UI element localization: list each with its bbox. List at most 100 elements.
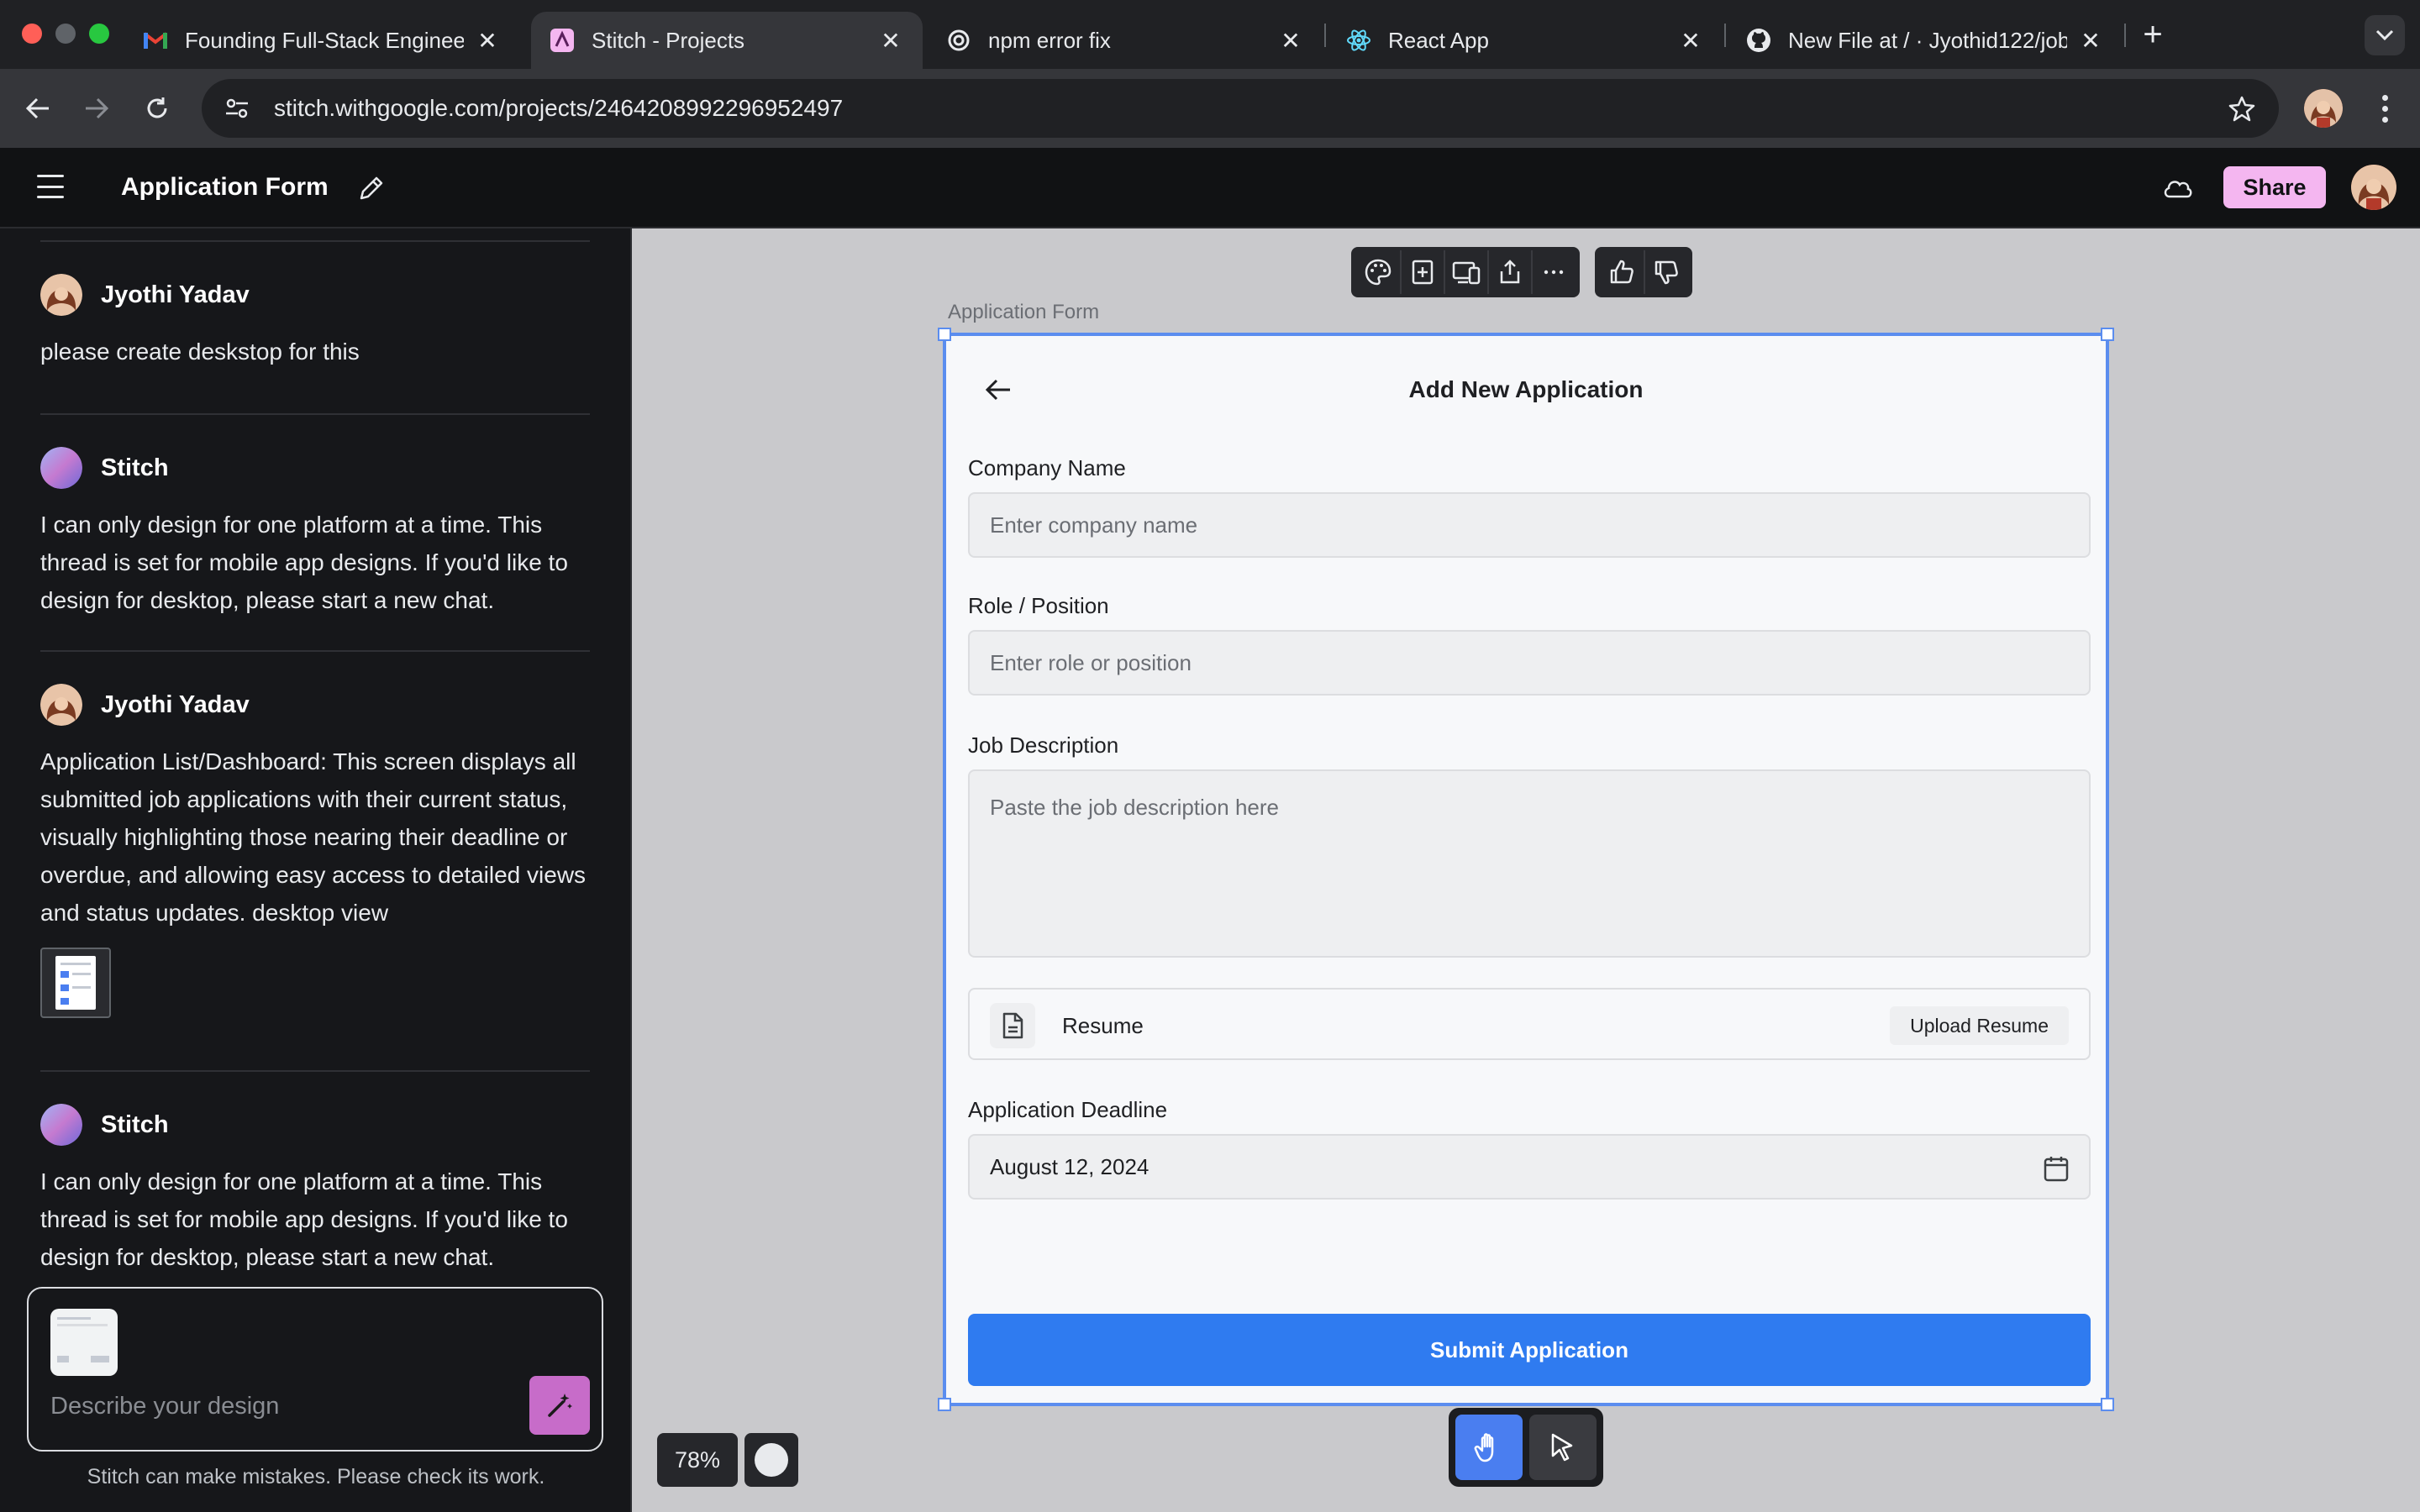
address-bar[interactable]: stitch.withgoogle.com/projects/246420899… xyxy=(202,79,2279,138)
hand-tool-button[interactable] xyxy=(1455,1415,1523,1480)
openai-icon xyxy=(946,28,971,53)
browser-tab-react-app[interactable]: React App ✕ xyxy=(1328,12,1723,69)
add-frame-icon[interactable] xyxy=(1400,250,1444,294)
window-minimize-button[interactable] xyxy=(55,24,76,44)
browser-tab-gmail[interactable]: Founding Full-Stack Engineer ✕ xyxy=(124,12,519,69)
reload-button[interactable] xyxy=(138,89,176,128)
arrow-right-icon xyxy=(86,97,109,119)
user-avatar[interactable] xyxy=(2351,165,2396,210)
prompt-composer[interactable]: Describe your design xyxy=(27,1287,603,1452)
message-author: Stitch xyxy=(101,1110,169,1138)
window-maximize-button[interactable] xyxy=(89,24,109,44)
company-name-input[interactable]: Enter company name xyxy=(968,492,2091,558)
zoom-level[interactable]: 78% xyxy=(657,1433,738,1487)
deadline-date-input[interactable]: August 12, 2024 xyxy=(968,1134,2091,1200)
generate-button[interactable] xyxy=(529,1376,590,1435)
message-divider xyxy=(40,1070,590,1072)
job-description-label: Job Description xyxy=(968,732,1119,758)
chevron-down-icon xyxy=(2375,29,2394,41)
gmail-icon xyxy=(143,28,168,53)
project-title: Application Form xyxy=(121,173,329,201)
stitch-avatar xyxy=(40,1104,82,1146)
more-options-icon[interactable] xyxy=(1531,250,1575,294)
message-text: Application List/Dashboard: This screen … xyxy=(40,748,587,926)
app-header: Application Form Share xyxy=(0,148,2420,228)
browser-tab-strip: Founding Full-Stack Engineer ✕ Stitch - … xyxy=(0,0,2420,69)
chat-message: Jyothi Yadav Application List/Dashboard:… xyxy=(40,684,590,932)
role-label: Role / Position xyxy=(968,593,1109,618)
upload-resume-button[interactable]: Upload Resume xyxy=(1890,1006,2069,1045)
browser-tab-stitch[interactable]: Stitch - Projects ✕ xyxy=(531,12,923,69)
form-title: Add New Application xyxy=(1408,376,1644,402)
deadline-value: August 12, 2024 xyxy=(990,1153,1150,1179)
stitch-icon xyxy=(550,28,575,53)
calendar-icon[interactable] xyxy=(2042,1154,2070,1183)
browser-tab-npm-error[interactable]: npm error fix ✕ xyxy=(928,12,1323,69)
export-icon[interactable] xyxy=(1487,250,1531,294)
menu-icon[interactable] xyxy=(37,175,64,198)
magic-wand-icon xyxy=(548,1394,572,1417)
select-tool-button[interactable] xyxy=(1529,1415,1597,1480)
canvas-mode-switcher xyxy=(1449,1408,1603,1487)
cursor-arrow-icon xyxy=(1551,1433,1573,1462)
frame-label: Application Form xyxy=(948,301,1100,323)
user-avatar xyxy=(40,684,82,726)
share-button[interactable]: Share xyxy=(2223,166,2326,208)
back-arrow-icon[interactable] xyxy=(981,373,1015,407)
submit-application-button[interactable]: Submit Application xyxy=(968,1314,2091,1386)
resize-handle[interactable] xyxy=(2101,1398,2114,1411)
chat-message: Jyothi Yadav please create deskstop for … xyxy=(40,274,590,370)
design-thumbnail[interactable] xyxy=(40,948,111,1018)
thumbs-up-icon[interactable] xyxy=(1600,250,1644,294)
back-button[interactable] xyxy=(18,89,57,128)
attached-image-thumbnail[interactable] xyxy=(50,1309,118,1376)
resize-handle[interactable] xyxy=(938,1398,951,1411)
close-tab-icon[interactable]: ✕ xyxy=(2077,27,2104,54)
job-description-textarea[interactable]: Paste the job description here xyxy=(968,769,2091,958)
bookmark-star-icon[interactable] xyxy=(2225,92,2259,125)
close-tab-icon[interactable]: ✕ xyxy=(1677,27,1704,54)
close-tab-icon[interactable]: ✕ xyxy=(1277,27,1304,54)
close-tab-icon[interactable]: ✕ xyxy=(474,27,501,54)
message-author: Jyothi Yadav xyxy=(101,690,250,718)
close-tab-icon[interactable]: ✕ xyxy=(877,27,904,54)
message-text: please create deskstop for this xyxy=(40,339,360,365)
selected-frame[interactable]: Add New Application Company Name Enter c… xyxy=(938,328,2114,1411)
chrome-menu-button[interactable] xyxy=(2368,89,2402,128)
site-info-icon[interactable] xyxy=(222,93,252,123)
resume-label: Resume xyxy=(1062,1013,1144,1038)
theme-toggle-button[interactable] xyxy=(744,1433,798,1487)
chat-message: Stitch I can only design for one platfor… xyxy=(40,447,590,619)
forward-button[interactable] xyxy=(77,89,116,128)
tab-separator xyxy=(2124,24,2126,47)
tab-separator xyxy=(1724,24,1726,47)
react-icon xyxy=(1346,28,1371,53)
resize-handle[interactable] xyxy=(2101,328,2114,341)
message-divider xyxy=(40,413,590,415)
reload-icon xyxy=(147,97,167,118)
new-tab-button[interactable]: + xyxy=(2136,18,2170,52)
devices-icon[interactable] xyxy=(1444,250,1487,294)
browser-toolbar: stitch.withgoogle.com/projects/246420899… xyxy=(0,69,2420,148)
message-divider xyxy=(40,240,590,242)
prompt-input[interactable]: Describe your design xyxy=(50,1393,279,1420)
window-close-button[interactable] xyxy=(22,24,42,44)
palette-icon[interactable] xyxy=(1356,250,1400,294)
message-divider xyxy=(40,650,590,652)
frame-toolbar xyxy=(1351,247,1692,297)
edit-pencil-icon[interactable] xyxy=(356,173,387,203)
browser-tab-github[interactable]: New File at / · Jyothid122/job- ✕ xyxy=(1728,12,2123,69)
user-avatar xyxy=(40,274,82,316)
resize-handle[interactable] xyxy=(938,328,951,341)
circle-icon xyxy=(755,1443,788,1477)
tab-search-button[interactable] xyxy=(2365,15,2405,55)
cloud-save-icon[interactable] xyxy=(2161,173,2195,203)
disclaimer-text: Stitch can make mistakes. Please check i… xyxy=(87,1465,545,1488)
thumbs-down-icon[interactable] xyxy=(1644,250,1687,294)
chrome-profile-avatar[interactable] xyxy=(2304,89,2343,128)
chat-message: Stitch I can only design for one platfor… xyxy=(40,1104,590,1276)
role-input[interactable]: Enter role or position xyxy=(968,630,2091,696)
document-icon xyxy=(990,1003,1035,1048)
message-text: I can only design for one platform at a … xyxy=(40,512,568,613)
github-icon xyxy=(1746,28,1771,53)
